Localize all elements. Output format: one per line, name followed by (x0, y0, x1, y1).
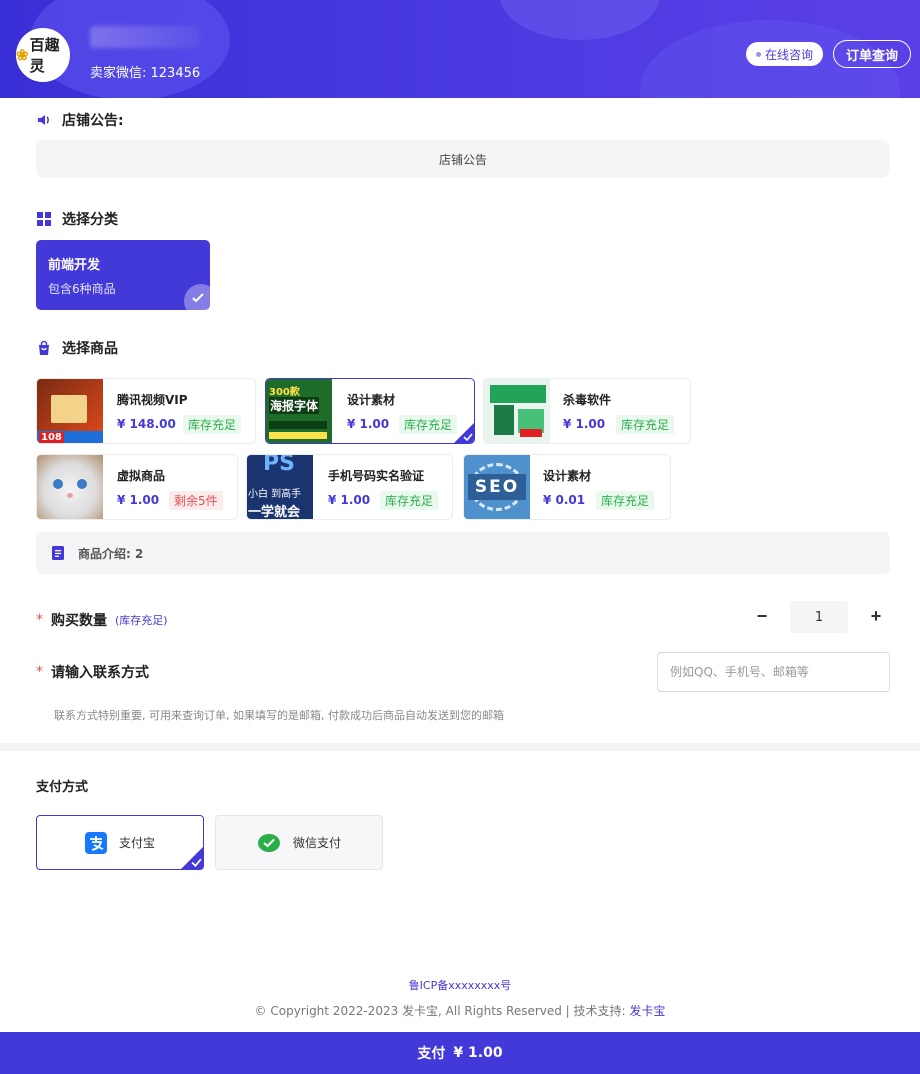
product-card-design-material-seo[interactable]: SEO 设计素材 ¥ 0.01 库存充足 (463, 454, 671, 520)
copyright: © Copyright 2022-2023 发卡宝, All Rights Re… (0, 1002, 920, 1019)
copyright-text: © Copyright 2022-2023 发卡宝, All Rights Re… (254, 1004, 626, 1018)
pay-button-amount: ¥ 1.00 (453, 1045, 503, 1061)
online-consult-button[interactable]: 在线咨询 (746, 42, 824, 66)
payment-option-label: 微信支付 (292, 836, 341, 850)
order-query-button[interactable]: 订单查询 (833, 40, 912, 68)
product-name: 虚拟商品 (117, 469, 166, 483)
notice-title: 店铺公告: (36, 110, 124, 130)
quantity-label: * 购买数量 (库存充足) (36, 610, 168, 630)
gourd-icon: ❀ (16, 46, 29, 64)
logo-text: 百趣灵 (29, 36, 60, 75)
check-icon (463, 433, 473, 442)
product-card-antivirus[interactable]: 杀毒软件 ¥ 1.00 库存充足 (483, 378, 691, 444)
payment-title: 支付方式 (36, 780, 89, 795)
required-marker: * (36, 664, 43, 680)
wechat-pay-icon (257, 833, 280, 852)
products-title-text: 选择商品 (62, 341, 118, 357)
product-thumbnail: SEO (464, 455, 530, 519)
product-name: 设计素材 (543, 469, 592, 483)
product-card-design-material[interactable]: 300款 海报字体 设计素材 ¥ 1.00 库存充足 (265, 378, 475, 444)
contact-hint: 联系方式特别重要, 可用来查询订单, 如果填写的是邮箱, 付款成功后商品自动发送… (54, 709, 504, 722)
stock-badge: 库存充足 (380, 491, 439, 510)
product-price: ¥ 1.00 (117, 493, 160, 507)
stock-badge: 剩余5件 (169, 491, 223, 510)
header-decoration (500, 0, 660, 40)
product-thumbnail (484, 379, 550, 443)
check-icon (184, 284, 210, 310)
product-thumbnail (37, 455, 103, 519)
product-price: ¥ 1.00 (328, 493, 371, 507)
category-count: 包含6种商品 (48, 282, 116, 296)
speaker-icon (38, 115, 49, 125)
product-price: ¥ 1.00 (563, 417, 606, 431)
product-thumbnail: 108 (37, 379, 103, 443)
product-card-phone-verification[interactable]: PS 小白 到高手 一学就会 手机号码实名验证 ¥ 1.00 库存充足 (246, 454, 453, 520)
check-icon (191, 858, 202, 868)
shop-logo: ❀ 百趣灵 (16, 28, 70, 82)
category-title-text: 选择分类 (62, 212, 118, 228)
stock-badge: 库存充足 (616, 415, 675, 434)
thumb-text: 一学就会 (248, 505, 301, 519)
product-price: ¥ 148.00 (117, 417, 176, 431)
online-consult-label: 在线咨询 (765, 47, 814, 62)
thumb-text: 300款 (269, 387, 300, 398)
required-marker: * (36, 612, 43, 628)
shop-name-blurred (90, 26, 200, 48)
stock-badge: 库存充足 (399, 415, 458, 434)
document-icon (52, 546, 64, 560)
category-card-frontend[interactable]: 前端开发 包含6种商品 (36, 240, 210, 310)
product-intro: 商品介绍: 2 (36, 532, 890, 574)
thumb-text: 小白 到高手 (248, 489, 302, 500)
payment-option-wechat[interactable]: 微信支付 (215, 815, 383, 870)
quantity-stock-hint: (库存充足) (115, 614, 168, 627)
contact-label: * 请输入联系方式 (36, 662, 149, 682)
product-name: 设计素材 (347, 393, 396, 407)
section-divider (0, 743, 920, 751)
quantity-decrease-button[interactable]: − (752, 606, 772, 626)
products-title: 选择商品 (36, 338, 118, 358)
payment-option-alipay[interactable]: 支付宝 (36, 815, 204, 870)
seller-wechat: 卖家微信: 123456 (90, 66, 201, 81)
shopping-bag-icon (39, 340, 49, 355)
support-link[interactable]: 发卡宝 (629, 1004, 665, 1018)
notice-title-text: 店铺公告: (62, 113, 124, 129)
product-price: ¥ 1.00 (347, 417, 390, 431)
payment-option-label: 支付宝 (118, 836, 155, 850)
stock-badge: 库存充足 (183, 415, 242, 434)
stock-badge: 库存充足 (596, 491, 655, 510)
product-name: 腾讯视频VIP (117, 393, 188, 407)
thumb-badge: 108 (39, 432, 64, 443)
alipay-icon (84, 831, 107, 854)
pay-button-label: 支付 (417, 1046, 446, 1062)
status-dot-icon (756, 51, 761, 57)
product-name: 手机号码实名验证 (328, 469, 425, 483)
product-thumbnail: 300款 海报字体 (266, 379, 332, 443)
quantity-label-text: 购买数量 (51, 613, 107, 629)
quantity-input[interactable] (790, 601, 848, 633)
notice-content: 店铺公告 (36, 140, 890, 178)
contact-input[interactable] (657, 652, 890, 692)
product-price: ¥ 0.01 (543, 493, 586, 507)
icp-link[interactable]: 鲁ICP备xxxxxxxx号 (0, 977, 920, 993)
contact-label-text: 请输入联系方式 (51, 665, 149, 681)
header: ❀ 百趣灵 卖家微信: 123456 在线咨询 订单查询 (0, 0, 920, 98)
product-card-tencent-video[interactable]: 108 腾讯视频VIP ¥ 148.00 库存充足 (36, 378, 256, 444)
category-title: 选择分类 (36, 209, 118, 229)
product-name: 杀毒软件 (563, 393, 612, 407)
quantity-increase-button[interactable]: + (866, 606, 886, 626)
category-name: 前端开发 (48, 258, 101, 273)
product-card-virtual-goods[interactable]: 虚拟商品 ¥ 1.00 剩余5件 (36, 454, 238, 520)
product-thumbnail: PS 小白 到高手 一学就会 (247, 455, 313, 519)
product-intro-text: 商品介绍: 2 (78, 546, 144, 561)
thumb-text: SEO (468, 474, 526, 500)
thumb-text: PS (263, 455, 295, 476)
pay-button[interactable]: 支付 ¥ 1.00 (0, 1032, 920, 1074)
thumb-text: 海报字体 (269, 397, 320, 414)
grid-icon (37, 212, 51, 226)
